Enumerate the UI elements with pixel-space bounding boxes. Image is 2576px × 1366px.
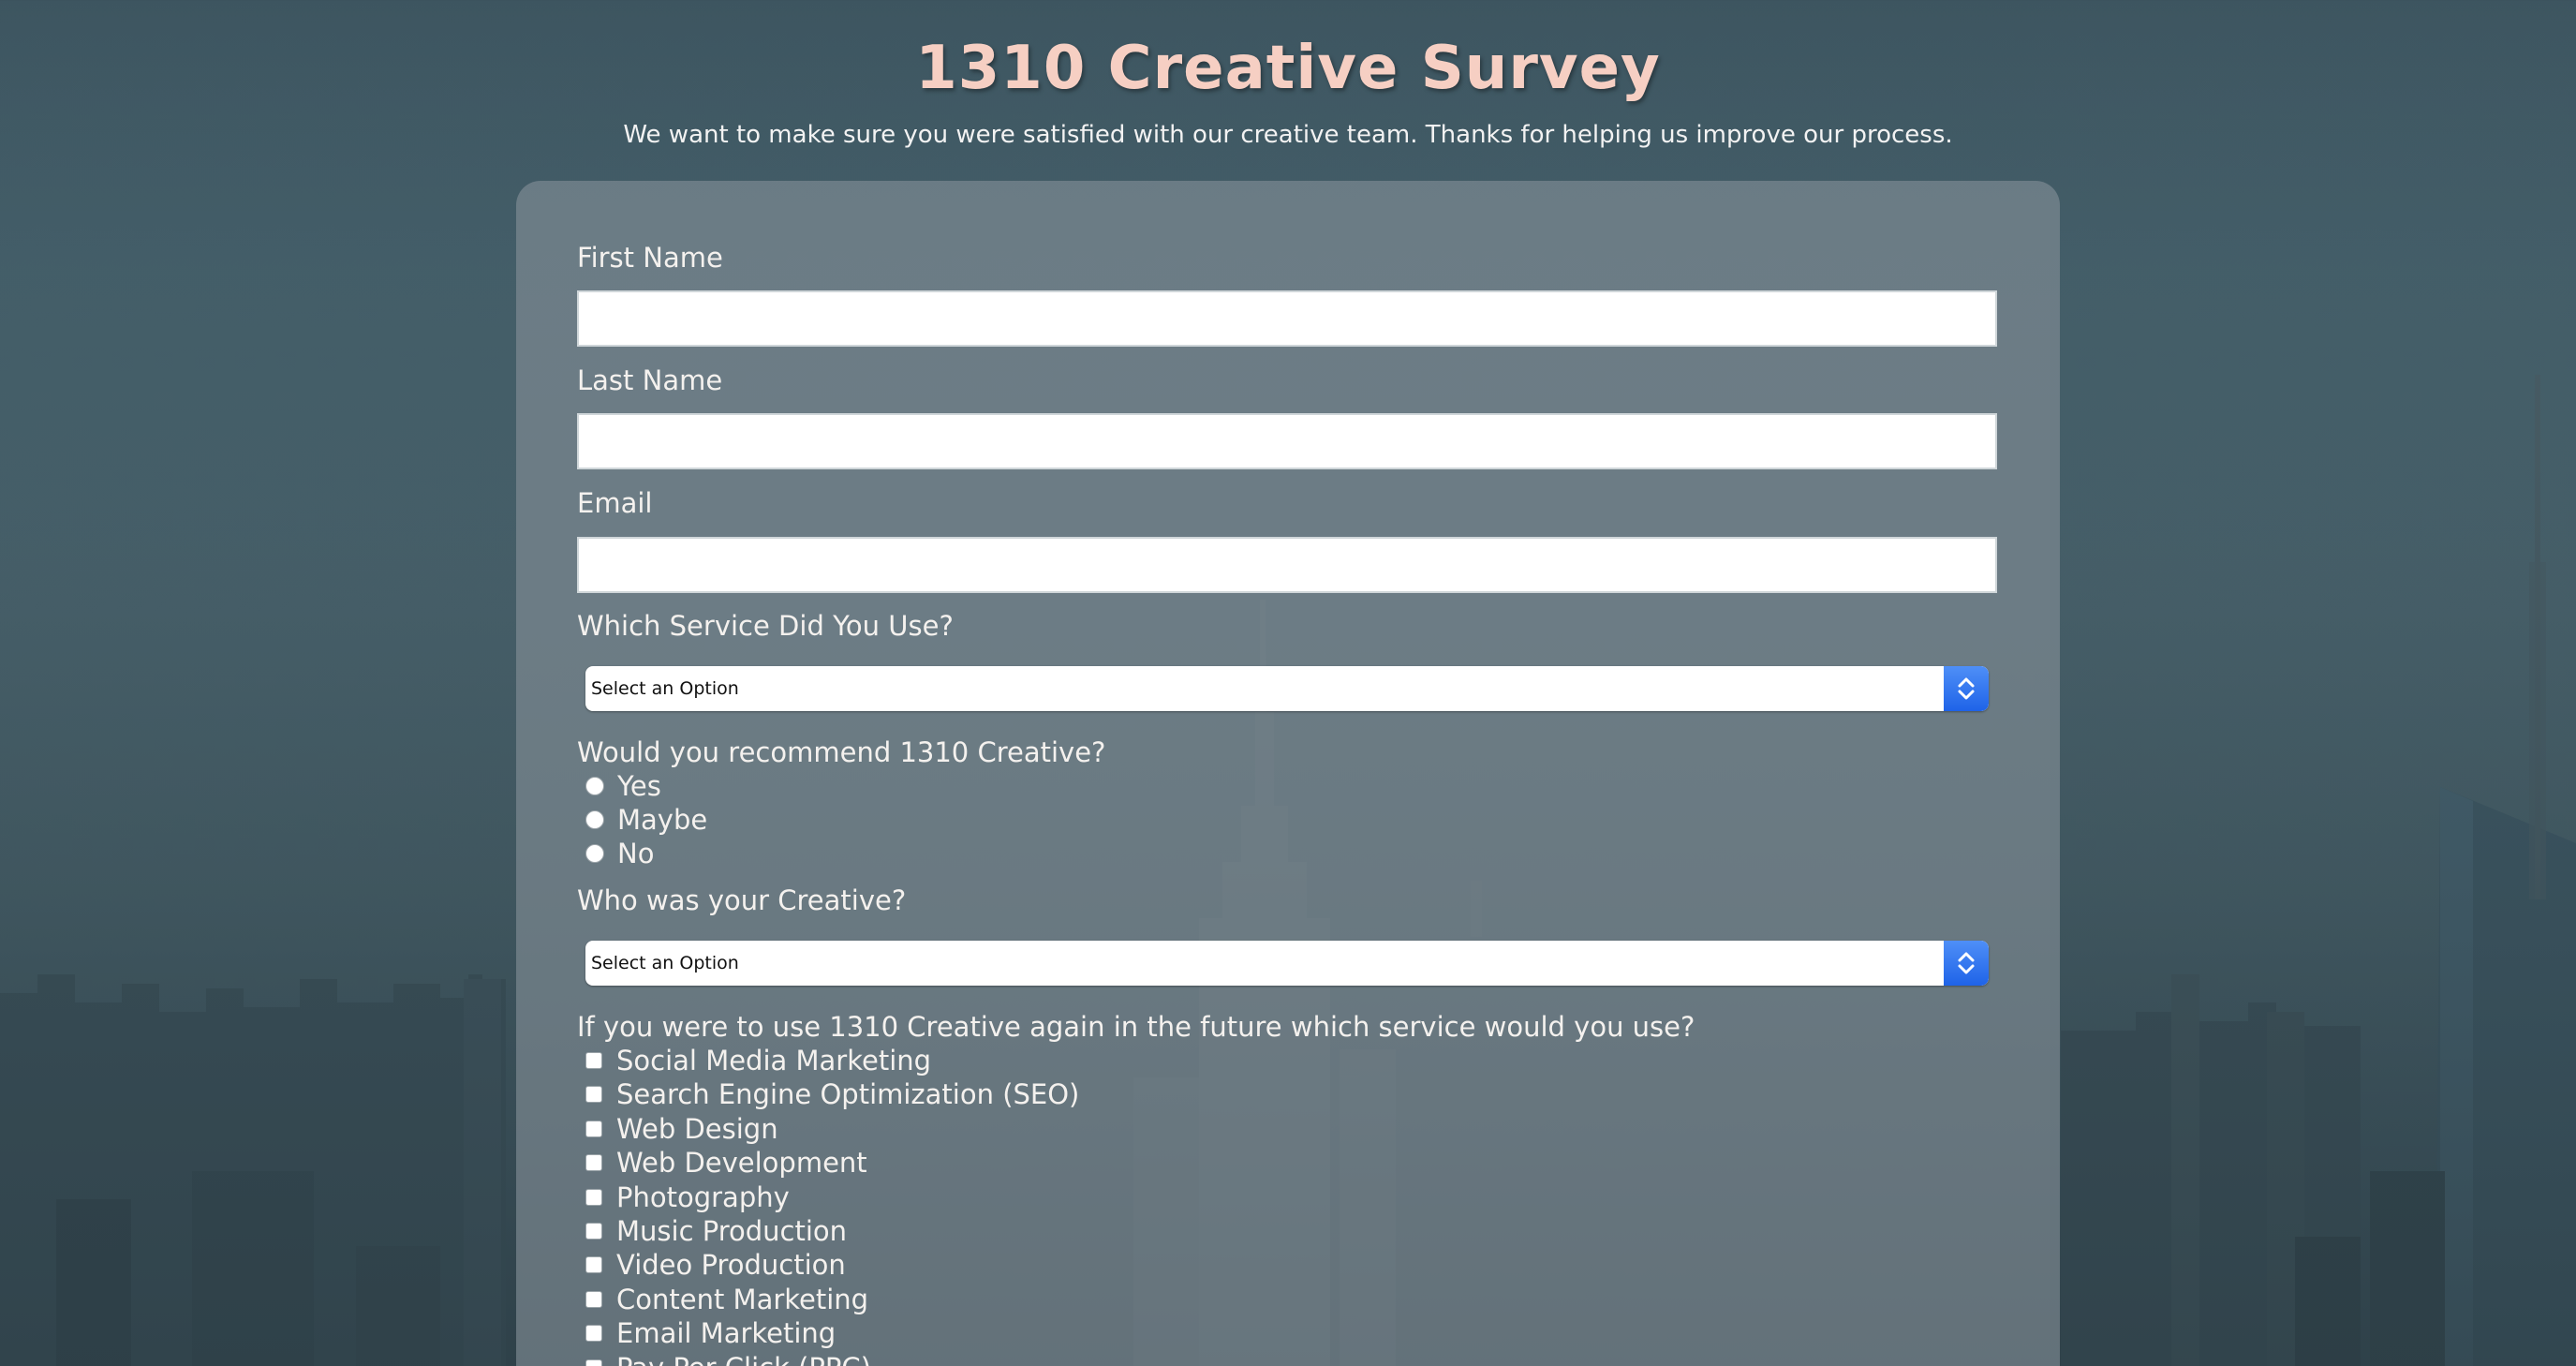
option-label: Pay Per Click (PPC) xyxy=(616,1351,871,1366)
future-service-option[interactable]: Photography xyxy=(584,1180,790,1214)
radio-button[interactable] xyxy=(585,810,604,829)
service-used-select[interactable]: Select an Option xyxy=(585,666,1989,711)
checkbox[interactable] xyxy=(585,1291,602,1308)
service-used-label: Which Service Did You Use? xyxy=(577,610,954,642)
checkbox[interactable] xyxy=(585,1359,602,1366)
option-label: Social Media Marketing xyxy=(616,1045,932,1076)
recommend-label: Would you recommend 1310 Creative? xyxy=(577,736,1106,768)
service-used-select-value: Select an Option xyxy=(591,678,739,699)
future-service-option[interactable]: Search Engine Optimization (SEO) xyxy=(584,1077,1079,1111)
option-label: Photography xyxy=(616,1181,790,1213)
checkbox[interactable] xyxy=(585,1256,602,1273)
option-label: Web Design xyxy=(616,1113,778,1145)
first-name-input[interactable] xyxy=(577,290,1997,347)
recommend-option-maybe[interactable]: Maybe xyxy=(584,803,707,837)
survey-form: First Name Last Name Email Which Service… xyxy=(516,181,2060,1366)
option-label: No xyxy=(617,838,655,869)
future-service-option[interactable]: Social Media Marketing xyxy=(584,1044,931,1077)
creative-select-value: Select an Option xyxy=(591,953,739,973)
chevron-up-down-icon xyxy=(1944,941,1989,986)
option-label: Email Marketing xyxy=(616,1317,836,1349)
option-label: Content Marketing xyxy=(616,1284,869,1315)
recommend-option-no[interactable]: No xyxy=(584,837,654,870)
recommend-option-yes[interactable]: Yes xyxy=(584,769,661,803)
future-service-option[interactable]: Music Production xyxy=(584,1214,847,1248)
radio-button[interactable] xyxy=(585,844,604,863)
checkbox[interactable] xyxy=(585,1325,602,1342)
email-input[interactable] xyxy=(577,537,1997,593)
email-label: Email xyxy=(577,487,653,519)
page-title: 1310 Creative Survey xyxy=(915,34,1661,103)
last-name-input[interactable] xyxy=(577,413,1997,469)
option-label: Web Development xyxy=(616,1147,867,1179)
option-label: Yes xyxy=(617,770,661,802)
future-service-option[interactable]: Email Marketing xyxy=(584,1316,836,1350)
option-label: Search Engine Optimization (SEO) xyxy=(616,1078,1080,1110)
option-label: Music Production xyxy=(616,1215,848,1247)
checkbox[interactable] xyxy=(585,1154,602,1171)
page-subtitle: We want to make sure you were satisfied … xyxy=(623,121,1953,149)
option-label: Video Production xyxy=(616,1249,846,1281)
checkbox[interactable] xyxy=(585,1121,602,1137)
creative-select[interactable]: Select an Option xyxy=(585,941,1989,986)
future-service-option[interactable]: Web Design xyxy=(584,1112,778,1146)
future-service-option[interactable]: Web Development xyxy=(584,1146,867,1180)
future-service-label: If you were to use 1310 Creative again i… xyxy=(577,1011,1695,1043)
first-name-label: First Name xyxy=(577,242,723,274)
future-service-option[interactable]: Content Marketing xyxy=(584,1283,868,1316)
checkbox[interactable] xyxy=(585,1086,602,1103)
radio-button[interactable] xyxy=(585,777,604,795)
last-name-label: Last Name xyxy=(577,364,723,396)
chevron-up-down-icon xyxy=(1944,666,1989,711)
checkbox[interactable] xyxy=(585,1052,602,1069)
future-service-option[interactable]: Pay Per Click (PPC) xyxy=(584,1351,871,1366)
creative-label: Who was your Creative? xyxy=(577,884,907,916)
checkbox[interactable] xyxy=(585,1223,602,1240)
page-header: 1310 Creative Survey We want to make sur… xyxy=(0,28,2576,152)
option-label: Maybe xyxy=(617,804,708,836)
checkbox[interactable] xyxy=(585,1189,602,1206)
future-service-option[interactable]: Video Production xyxy=(584,1248,846,1282)
